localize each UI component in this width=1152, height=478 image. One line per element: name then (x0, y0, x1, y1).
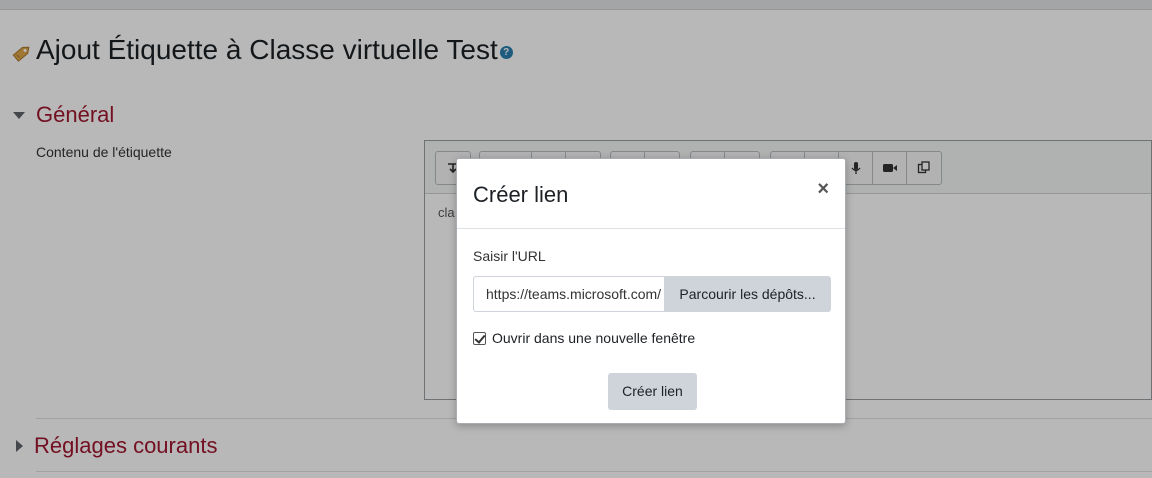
url-input[interactable]: https://teams.microsoft.com/ (473, 276, 664, 312)
new-window-checkbox[interactable] (473, 331, 486, 345)
dialog-title: Créer lien (473, 182, 569, 207)
new-window-label: Ouvrir dans une nouvelle fenêtre (492, 330, 696, 346)
browse-repositories-button[interactable]: Parcourir les dépôts... (664, 276, 831, 312)
close-icon[interactable]: × (817, 179, 829, 199)
create-link-button[interactable]: Créer lien (608, 373, 697, 410)
create-link-dialog: Créer lien × Saisir l'URL https://teams.… (456, 158, 846, 424)
url-label: Saisir l'URL (473, 248, 546, 264)
dialog-header: Créer lien × (457, 159, 845, 229)
new-window-option[interactable]: Ouvrir dans une nouvelle fenêtre (473, 330, 695, 346)
